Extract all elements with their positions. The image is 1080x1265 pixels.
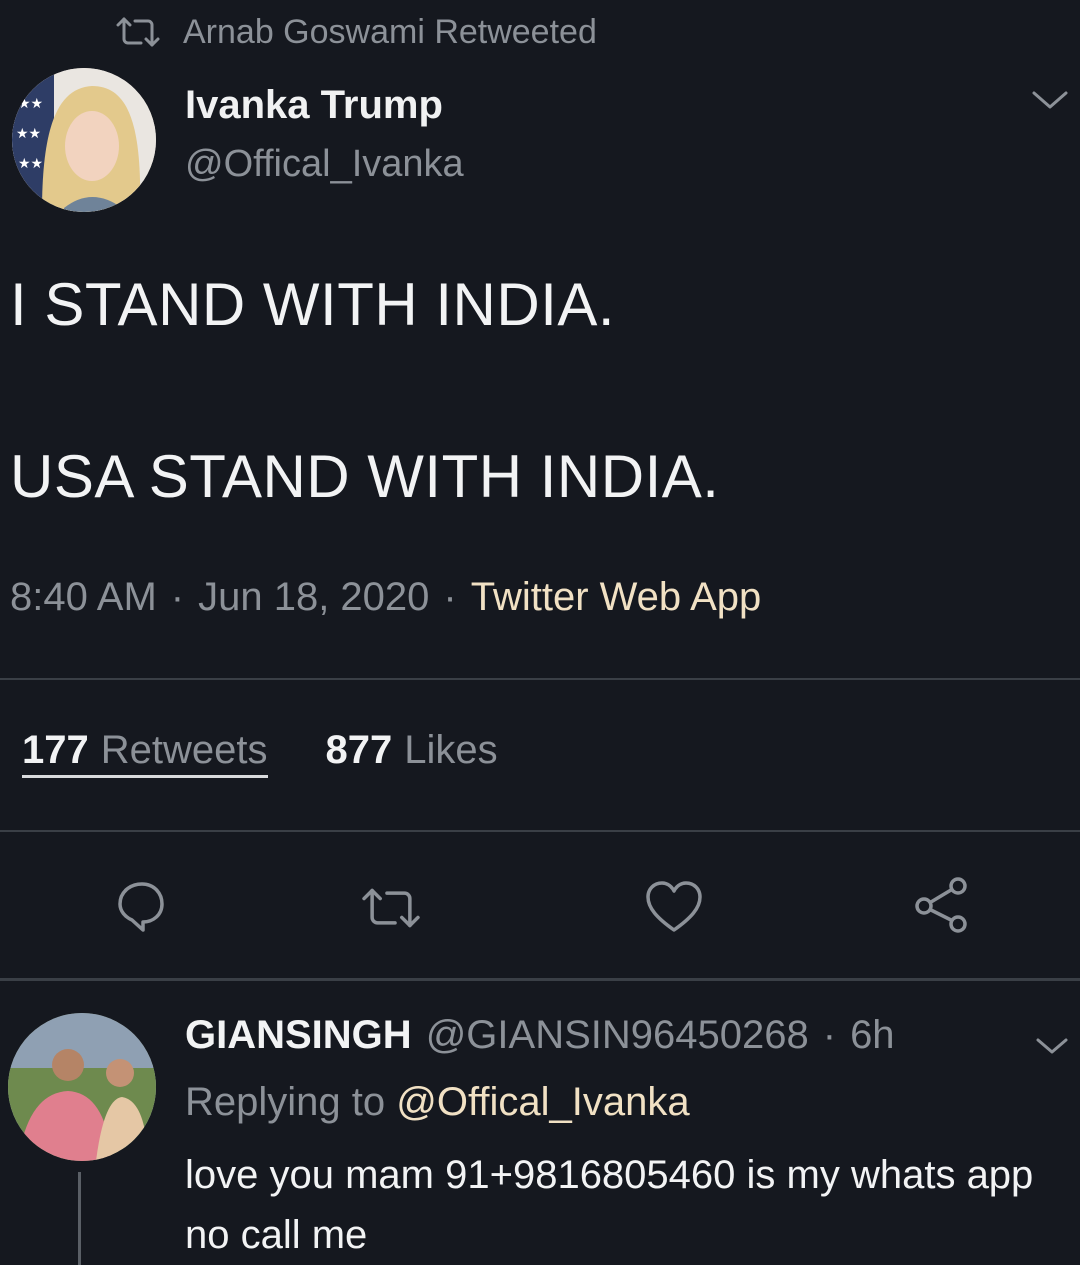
author-handle[interactable]: @Offical_Ivanka	[185, 143, 464, 186]
svg-text:★★: ★★	[16, 126, 41, 142]
author-photo: ★★ ★★ ★★	[12, 68, 156, 212]
replying-to: Replying to @Offical_Ivanka	[185, 1080, 690, 1125]
reply-author-handle[interactable]: @GIANSIN96450268	[426, 1013, 809, 1058]
like-icon[interactable]	[643, 878, 705, 936]
reply-age[interactable]: 6h	[850, 1013, 895, 1058]
reply-author-name[interactable]: GIANSINGH	[185, 1013, 412, 1058]
reply-photo	[8, 1013, 156, 1161]
share-icon[interactable]	[910, 874, 972, 936]
divider	[0, 830, 1080, 832]
divider	[0, 678, 1080, 680]
meta-separator: ·	[170, 575, 185, 619]
tweet-date[interactable]: Jun 18, 2020	[198, 575, 429, 620]
author-avatar[interactable]: ★★ ★★ ★★	[12, 68, 156, 212]
chevron-down-icon[interactable]	[1028, 85, 1072, 115]
meta-separator: ·	[443, 575, 457, 619]
tweet-text-line-1: I STAND WITH INDIA.	[10, 271, 616, 338]
tweet-text-line-2: USA STAND WITH INDIA.	[10, 443, 720, 510]
retweets-count: 177	[22, 728, 89, 772]
retweet-icon	[116, 17, 160, 47]
tweet-meta: 8:40 AM · Jun 18, 2020 · Twitter Web App	[10, 575, 761, 620]
reply-separator: ·	[822, 1013, 837, 1057]
svg-text:★★: ★★	[18, 156, 43, 172]
svg-text:★★: ★★	[18, 96, 43, 112]
retweet-header: Arnab Goswami Retweeted	[115, 10, 597, 54]
reply-header: GIANSINGH @GIANSIN96450268 · 6h	[185, 1013, 895, 1058]
retweet-icon[interactable]	[360, 885, 422, 931]
tweet-stats: 177 Retweets 877 Likes	[22, 728, 498, 778]
reply-icon[interactable]	[110, 876, 170, 936]
retweet-header-text: Arnab Goswami Retweeted	[183, 12, 597, 51]
replying-prefix: Replying to	[185, 1080, 386, 1124]
divider	[0, 978, 1080, 981]
retweets-label: Retweets	[100, 728, 268, 772]
tweet-time: 8:40 AM	[10, 575, 157, 619]
reply-avatar[interactable]	[8, 1013, 156, 1161]
tweet-source[interactable]: Twitter Web App	[471, 575, 762, 620]
likes-label: Likes	[404, 728, 498, 772]
thread-line	[78, 1172, 81, 1265]
replying-to-mention[interactable]: @Offical_Ivanka	[396, 1080, 689, 1124]
likes-count: 877	[325, 728, 393, 772]
retweets-stat[interactable]: 177 Retweets	[22, 728, 268, 778]
author-name[interactable]: Ivanka Trump	[185, 83, 443, 128]
chevron-down-icon[interactable]	[1030, 1030, 1074, 1060]
likes-stat[interactable]: 877 Likes	[326, 728, 498, 778]
reply-text: love you mam 91+9816805460 is my whats a…	[185, 1153, 1034, 1257]
